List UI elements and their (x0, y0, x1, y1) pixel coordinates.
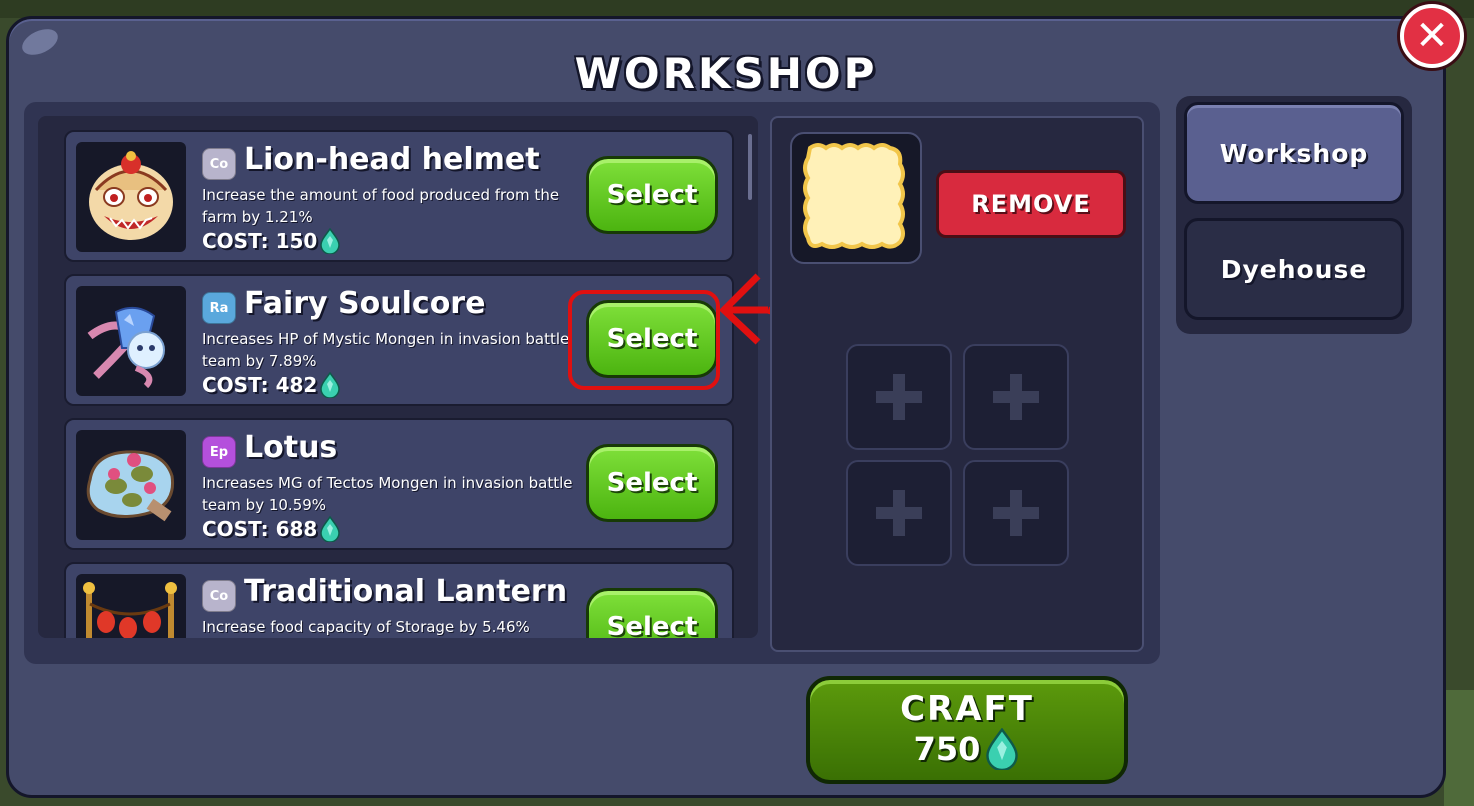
select-button[interactable]: Select (586, 156, 718, 234)
highlight-select-box (568, 290, 720, 390)
craft-label: CRAFT (900, 689, 1034, 729)
ingredient-slot-4[interactable] (963, 460, 1069, 566)
lion-head-helmet-icon (76, 142, 186, 252)
rarity-badge: Ep (202, 436, 236, 468)
gem-icon (320, 228, 341, 254)
craft-cost: 750 (914, 728, 1021, 770)
item-description: Increase the amount of food produced fro… (202, 186, 560, 226)
traditional-lantern-icon (76, 574, 186, 638)
lotus-icon (76, 430, 186, 540)
rarity-badge: Co (202, 148, 236, 180)
plus-icon (993, 490, 1039, 536)
fairy-soulcore-icon (76, 286, 186, 396)
item-description: Increases MG of Tectos Mongen in invasio… (202, 474, 573, 514)
close-icon: ✕ (1415, 13, 1449, 59)
close-button[interactable]: ✕ (1400, 4, 1464, 68)
item-name: Lion-head helmet (244, 142, 540, 177)
tab-workshop[interactable]: Workshop (1184, 102, 1404, 204)
list-item-traditional-lantern: Co Traditional Lantern Increase food cap… (64, 562, 734, 638)
select-button[interactable]: Select (586, 588, 718, 638)
ingredient-slot-1[interactable] (846, 344, 952, 450)
dialog-title: WORKSHOP (574, 49, 878, 98)
item-description: Increase food capacity of Storage by 5.4… (202, 618, 530, 636)
tab-dyehouse[interactable]: Dyehouse (1184, 218, 1404, 320)
ingredient-slot-3[interactable] (846, 460, 952, 566)
cost-label: COST: 688 (202, 517, 318, 541)
plus-icon (876, 490, 922, 536)
material-slot[interactable] (790, 132, 922, 264)
list-item-lion-head-helmet: Co Lion-head helmet Increase the amount … (64, 130, 734, 262)
craft-cost-value: 750 (913, 730, 981, 768)
item-cost: COST: 150 (202, 228, 341, 254)
item-name: Fairy Soulcore (244, 286, 486, 321)
select-button[interactable]: Select (586, 444, 718, 522)
item-name: Traditional Lantern (244, 574, 568, 609)
list-scrollbar[interactable] (748, 134, 752, 200)
rarity-badge: Co (202, 580, 236, 612)
plus-icon (993, 374, 1039, 420)
list-clip: Co Traditional Lantern Increase food cap… (38, 562, 758, 638)
item-name: Lotus (244, 430, 338, 465)
item-description: Increases HP of Mystic Mongen in invasio… (202, 330, 570, 370)
cost-label: COST: 482 (202, 373, 318, 397)
gem-icon (320, 372, 341, 398)
item-cost: COST: 688 (202, 516, 341, 542)
list-item-lotus: Ep Lotus Increases MG of Tectos Mongen i… (64, 418, 734, 550)
ingredient-slot-2[interactable] (963, 344, 1069, 450)
craft-button[interactable]: CRAFT 750 (806, 676, 1128, 784)
background-right (1444, 690, 1474, 806)
gem-icon (320, 516, 341, 542)
item-cost: COST: 482 (202, 372, 341, 398)
rarity-badge: Ra (202, 292, 236, 324)
cost-label: COST: 150 (202, 229, 318, 253)
plus-icon (876, 374, 922, 420)
remove-button[interactable]: REMOVE (936, 170, 1126, 238)
gem-icon (986, 728, 1019, 770)
parchment-icon (803, 143, 905, 249)
